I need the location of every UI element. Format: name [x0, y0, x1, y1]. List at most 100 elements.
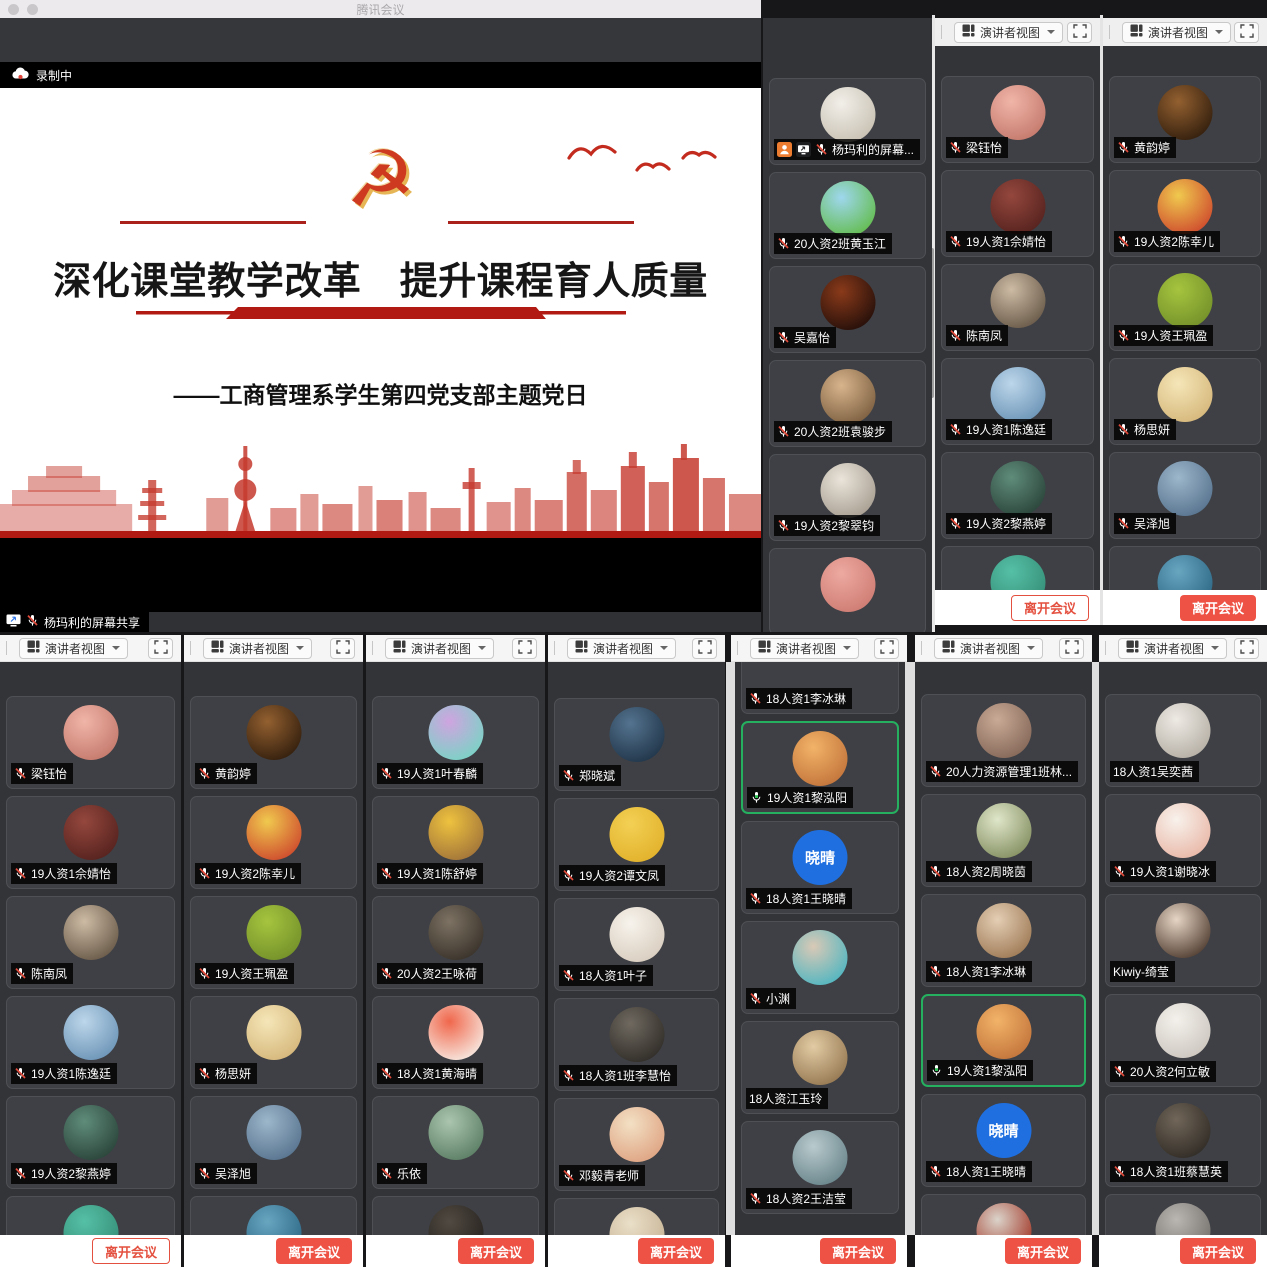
- participant-tile[interactable]: Kiwiy-绮莹: [1105, 894, 1261, 987]
- participant-tile[interactable]: 18人资1吴奕茜: [1105, 694, 1261, 787]
- view-mode-dropdown[interactable]: 演讲者视图: [934, 638, 1043, 659]
- participant-tile[interactable]: 18人资2王洁莹: [741, 1121, 899, 1214]
- participant-tile[interactable]: [190, 1196, 357, 1235]
- participant-tile[interactable]: 19人资2陈幸儿: [1109, 170, 1261, 257]
- participant-tile[interactable]: 陈南凤: [6, 896, 175, 989]
- participant-tile[interactable]: [921, 1194, 1086, 1235]
- participant-strip: 18人资1李冰琳 19人资1黎泓阳晓晴18人资1王晓晴小渊18人资江玉玲18人资2…: [735, 662, 905, 1235]
- fullscreen-button[interactable]: [1067, 22, 1092, 43]
- leave-meeting-button[interactable]: 离开会议: [276, 1238, 352, 1264]
- leave-meeting-button[interactable]: 离开会议: [458, 1238, 534, 1264]
- participant-tile[interactable]: 杨思妍: [1109, 358, 1261, 445]
- layout-grid-icon: [393, 640, 406, 656]
- fullscreen-button[interactable]: [692, 638, 717, 659]
- participant-tile[interactable]: 吴嘉怡: [769, 266, 926, 353]
- participant-tile[interactable]: 19人资2谭文凤: [554, 798, 719, 891]
- participant-tile[interactable]: 18人资江玉玲: [741, 1021, 899, 1114]
- participant-tile[interactable]: [1109, 546, 1261, 590]
- participant-tile[interactable]: 19人资1黎泓阳: [921, 994, 1086, 1087]
- participant-tile[interactable]: 19人资2黎翠钧: [769, 454, 926, 541]
- participant-tile[interactable]: 黄韵婷: [1109, 76, 1261, 163]
- participant-tile[interactable]: 18人资1李冰琳: [741, 662, 899, 714]
- fullscreen-button[interactable]: [1234, 638, 1259, 659]
- participant-tile[interactable]: [769, 548, 926, 632]
- participant-tile[interactable]: 19人资1谢晓冰: [1105, 794, 1261, 887]
- participant-tile[interactable]: 20人力资源管理1班林...: [921, 694, 1086, 787]
- participant-tile[interactable]: 19人资1佘婧怡: [6, 796, 175, 889]
- participant-tile[interactable]: 梁钰怡: [941, 76, 1094, 163]
- participant-tile[interactable]: [6, 1196, 175, 1235]
- participant-tile[interactable]: 18人资1班李慧怡: [554, 998, 719, 1091]
- participant-avatar: [793, 930, 848, 985]
- participant-name-label: 陈南凤: [946, 325, 1008, 346]
- participant-tile[interactable]: 18人资1班蔡慧英: [1105, 1094, 1261, 1187]
- participant-tile[interactable]: 乐依: [372, 1096, 539, 1189]
- participant-tile[interactable]: 18人资1黄海晴: [372, 996, 539, 1089]
- mic-muted-icon: [929, 965, 942, 978]
- view-mode-dropdown[interactable]: 演讲者视图: [1118, 638, 1227, 659]
- view-mode-dropdown[interactable]: 演讲者视图: [19, 638, 128, 659]
- participant-tile[interactable]: 晓晴18人资1王晓晴: [741, 821, 899, 914]
- fullscreen-button[interactable]: [1234, 22, 1259, 43]
- fullscreen-button[interactable]: [1059, 638, 1084, 659]
- participant-tile[interactable]: [372, 1196, 539, 1235]
- participant-tile[interactable]: 19人资1佘婧怡: [941, 170, 1094, 257]
- leave-meeting-button[interactable]: 离开会议: [820, 1238, 896, 1264]
- view-mode-dropdown[interactable]: 演讲者视图: [567, 638, 676, 659]
- participant-tile[interactable]: 梁钰怡: [6, 696, 175, 789]
- leave-meeting-button[interactable]: 离开会议: [1005, 1238, 1081, 1264]
- participant-tile[interactable]: 20人资2何立敏: [1105, 994, 1261, 1087]
- participant-tile[interactable]: 19人资1陈舒婷: [372, 796, 539, 889]
- fullscreen-button[interactable]: [512, 638, 537, 659]
- view-mode-dropdown[interactable]: 演讲者视图: [954, 22, 1063, 43]
- fullscreen-button[interactable]: [148, 638, 173, 659]
- participant-tile[interactable]: 19人资2黎燕婷: [941, 452, 1094, 539]
- fullscreen-button[interactable]: [330, 638, 355, 659]
- participant-tile[interactable]: 19人资1陈逸廷: [941, 358, 1094, 445]
- leave-meeting-button[interactable]: 离开会议: [638, 1238, 714, 1264]
- participant-tile[interactable]: 陈南凤: [941, 264, 1094, 351]
- participant-tile[interactable]: 18人资1李冰琳: [921, 894, 1086, 987]
- view-mode-dropdown[interactable]: 演讲者视图: [385, 638, 494, 659]
- view-mode-dropdown[interactable]: 演讲者视图: [750, 638, 859, 659]
- leave-meeting-button[interactable]: 离开会议: [1180, 1238, 1256, 1264]
- participant-tile[interactable]: 20人资2班黄玉江: [769, 172, 926, 259]
- participant-tile[interactable]: 18人资2周晓茵: [921, 794, 1086, 887]
- window-toolbar: 演讲者视图: [0, 635, 181, 662]
- participant-name: 乐依: [397, 1165, 421, 1182]
- leave-meeting-button[interactable]: 离开会议: [92, 1238, 170, 1264]
- participant-tile[interactable]: 19人资王珮盈: [190, 896, 357, 989]
- participant-tile[interactable]: [941, 546, 1094, 590]
- leave-meeting-button[interactable]: 离开会议: [1180, 595, 1256, 621]
- participant-tile[interactable]: 18人资1叶子: [554, 898, 719, 991]
- participant-avatar: [246, 905, 301, 960]
- participant-tile[interactable]: 19人资1黎泓阳: [741, 721, 899, 814]
- view-mode-dropdown[interactable]: 演讲者视图: [203, 638, 312, 659]
- participant-tile[interactable]: 19人资王珮盈: [1109, 264, 1261, 351]
- participant-tile[interactable]: 19人资1陈逸廷: [6, 996, 175, 1089]
- participant-tile[interactable]: 杨玛利的屏幕...: [769, 78, 926, 165]
- fullscreen-icon: [880, 640, 894, 657]
- participant-tile[interactable]: 吴泽旭: [190, 1096, 357, 1189]
- participant-tile[interactable]: 20人资2班袁骏步: [769, 360, 926, 447]
- participant-avatar: [820, 87, 875, 142]
- participant-tile[interactable]: 吴泽旭: [1109, 452, 1261, 539]
- participant-tile[interactable]: 19人资1叶春麟: [372, 696, 539, 789]
- view-mode-dropdown[interactable]: 演讲者视图: [1122, 22, 1231, 43]
- participant-tile[interactable]: 晓晴18人资1王晓晴: [921, 1094, 1086, 1187]
- participant-tile[interactable]: 邓毅青老师: [554, 1098, 719, 1191]
- participant-tile[interactable]: [1105, 1194, 1261, 1235]
- participant-name: Kiwiy-绮莹: [1113, 963, 1169, 980]
- participant-tile[interactable]: 19人资2黎燕婷: [6, 1096, 175, 1189]
- participant-tile[interactable]: [554, 1198, 719, 1235]
- participant-tile[interactable]: 19人资2陈幸儿: [190, 796, 357, 889]
- participant-avatar: [63, 905, 118, 960]
- participant-tile[interactable]: 郑晓斌: [554, 698, 719, 791]
- participant-tile[interactable]: 黄韵婷: [190, 696, 357, 789]
- participant-tile[interactable]: 小渊: [741, 921, 899, 1014]
- leave-meeting-button[interactable]: 离开会议: [1011, 595, 1089, 621]
- participant-tile[interactable]: 20人资2王咏荷: [372, 896, 539, 989]
- participant-avatar: [428, 705, 483, 760]
- fullscreen-button[interactable]: [874, 638, 899, 659]
- participant-tile[interactable]: 杨思妍: [190, 996, 357, 1089]
